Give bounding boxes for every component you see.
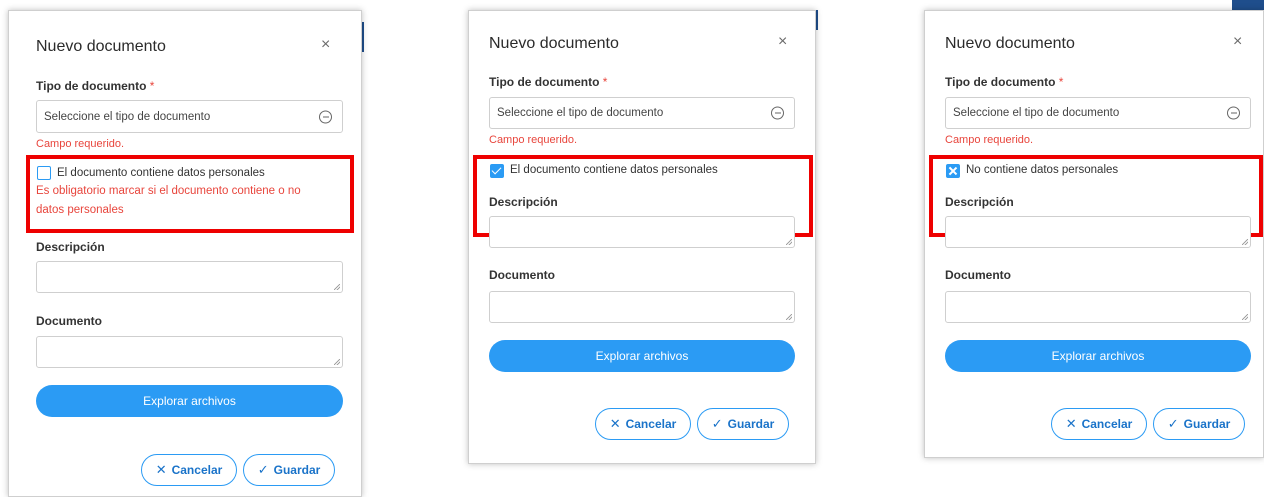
browse-files-button[interactable]: Explorar archivos [489,340,795,372]
tipo-documento-label: Tipo de documento * [489,75,607,89]
documento-label: Documento [945,268,1011,282]
personal-data-checkbox[interactable] [37,166,51,180]
tipo-documento-error: Campo requerido. [36,138,125,150]
new-document-dialog: Nuevo documento × Tipo de documento * Se… [924,10,1264,458]
save-button[interactable]: ✓ Guardar [1153,408,1245,440]
dialog-title: Nuevo documento [36,38,166,55]
background-app-strip [1232,0,1264,10]
cancel-button[interactable]: ✕ Cancelar [141,454,237,486]
descripcion-textarea[interactable] [489,216,795,248]
descripcion-label: Descripción [945,195,1014,209]
dialog-title: Nuevo documento [489,35,619,52]
cancel-button[interactable]: ✕ Cancelar [1051,408,1147,440]
documento-textarea[interactable] [945,291,1251,323]
cancel-button[interactable]: ✕ Cancelar [595,408,691,440]
dialog-title: Nuevo documento [945,35,1075,52]
personal-data-checkbox-label: No contiene datos personales [966,164,1119,176]
select-placeholder: Seleccione el tipo de documento [497,107,664,119]
tipo-documento-error: Campo requerido. [945,134,1034,146]
cancel-button-label: Cancelar [625,417,677,431]
x-icon: ✕ [1065,416,1077,431]
tipo-documento-label: Tipo de documento * [945,75,1063,89]
close-icon[interactable]: × [1233,33,1242,51]
tipo-documento-label-text: Tipo de documento [945,75,1056,89]
documento-textarea[interactable] [36,336,343,368]
minus-circle-icon [319,110,332,123]
x-icon: ✕ [155,462,167,477]
checkbox-error: Es obligatorio marcar si el documento co… [36,182,301,220]
required-mark: * [1058,75,1064,89]
descripcion-textarea[interactable] [36,261,343,293]
tipo-documento-label: Tipo de documento * [36,79,154,93]
save-button[interactable]: ✓ Guardar [243,454,335,486]
tipo-documento-error: Campo requerido. [489,134,578,146]
descripcion-label: Descripción [489,195,558,209]
save-button[interactable]: ✓ Guardar [697,408,789,440]
close-icon[interactable]: × [778,33,787,51]
save-button-label: Guardar [1183,417,1231,431]
checkbox-error-line: Es obligatorio marcar si el documento co… [36,185,301,197]
personal-data-checkbox[interactable] [946,164,960,178]
select-placeholder: Seleccione el tipo de documento [44,110,211,123]
new-document-dialog: Nuevo documento × Tipo de documento * Se… [468,10,816,464]
documento-label: Documento [489,268,555,282]
descripcion-textarea[interactable] [945,216,1251,248]
browse-files-button[interactable]: Explorar archivos [945,340,1251,372]
tipo-documento-select[interactable]: Seleccione el tipo de documento [489,97,795,129]
close-icon[interactable]: × [321,36,330,54]
personal-data-checkbox-label: El documento contiene datos personales [510,164,718,176]
save-button-label: Guardar [727,417,775,431]
minus-circle-icon [1227,106,1240,120]
personal-data-checkbox-label: El documento contiene datos personales [57,167,265,179]
check-icon: ✓ [711,416,723,431]
tipo-documento-select[interactable]: Seleccione el tipo de documento [36,100,343,133]
tipo-documento-select[interactable]: Seleccione el tipo de documento [945,97,1251,129]
tipo-documento-label-text: Tipo de documento [36,79,147,93]
required-mark: * [602,75,608,89]
save-button-label: Guardar [273,463,321,477]
required-mark: * [149,79,155,93]
browse-files-button[interactable]: Explorar archivos [36,385,343,417]
minus-circle-icon [771,106,784,120]
tipo-documento-label-text: Tipo de documento [489,75,600,89]
new-document-dialog: Nuevo documento × Tipo de documento * Se… [8,10,362,497]
screenshot-stage: Nuevo documento × Tipo de documento * Se… [0,0,1264,497]
select-placeholder: Seleccione el tipo de documento [953,107,1120,119]
x-icon: ✕ [609,416,621,431]
check-icon: ✓ [1167,416,1179,431]
personal-data-checkbox[interactable] [490,164,504,178]
documento-label: Documento [36,314,102,328]
descripcion-label: Descripción [36,240,105,254]
cancel-button-label: Cancelar [171,463,223,477]
documento-textarea[interactable] [489,291,795,323]
cancel-button-label: Cancelar [1081,417,1133,431]
checkbox-error-line: datos personales [36,204,124,216]
check-icon: ✓ [257,462,269,477]
